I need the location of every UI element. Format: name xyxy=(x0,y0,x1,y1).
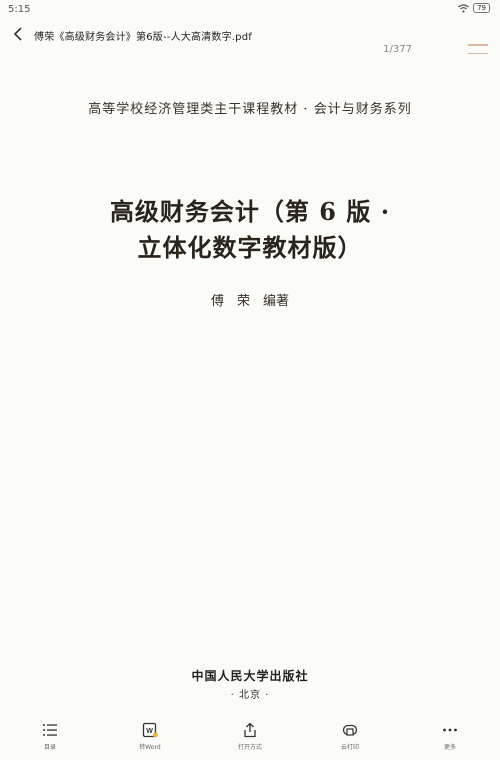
printer-icon xyxy=(342,724,358,736)
convert-word-label: 转Word xyxy=(139,744,161,751)
wifi-icon xyxy=(458,3,469,13)
status-right: 79 xyxy=(458,3,490,13)
bottom-toolbar: 目录 W 转Word 打开方式 云打印 更多 xyxy=(0,716,500,760)
publisher: 中国人民大学出版社 xyxy=(191,669,309,683)
status-bar: 5:15 79 xyxy=(0,0,500,18)
cloud-print-button[interactable]: 云打印 xyxy=(310,716,390,751)
chevron-left-icon xyxy=(13,27,22,41)
cloud-print-label: 云打印 xyxy=(340,744,359,751)
share-icon xyxy=(244,722,256,738)
open-with-button[interactable]: 打开方式 xyxy=(210,716,290,751)
more-label: 更多 xyxy=(443,744,456,751)
page-indicator: 1/377 xyxy=(383,44,412,55)
status-time: 5:15 xyxy=(8,4,31,15)
author: 傅 荣 编著 xyxy=(210,294,289,309)
battery-icon: 79 xyxy=(473,3,490,13)
word-icon: W xyxy=(142,722,158,738)
menu-icon[interactable] xyxy=(468,44,488,58)
publisher-city: · 北京 · xyxy=(230,690,270,701)
back-button[interactable] xyxy=(8,24,28,44)
more-icon xyxy=(443,728,457,732)
toc-label: 目录 xyxy=(43,744,56,751)
list-icon xyxy=(43,724,57,736)
open-with-label: 打开方式 xyxy=(237,744,262,751)
toc-button[interactable]: 目录 xyxy=(10,716,90,751)
more-button[interactable]: 更多 xyxy=(410,716,490,751)
title-bar: 傅荣《高级财务会计》第6版--人大高清数字.pdf xyxy=(0,22,500,46)
convert-word-button[interactable]: W 转Word xyxy=(110,716,190,751)
book-title-line2: 立体化数字教材版） xyxy=(137,233,363,262)
series-name: 高等学校经济管理类主干课程教材 · 会计与财务系列 xyxy=(88,102,412,117)
svg-text:W: W xyxy=(146,728,153,735)
document-title: 傅荣《高级财务会计》第6版--人大高清数字.pdf xyxy=(34,32,252,43)
book-title-line1: 高级财务会计（第 6 版 · xyxy=(109,197,391,226)
